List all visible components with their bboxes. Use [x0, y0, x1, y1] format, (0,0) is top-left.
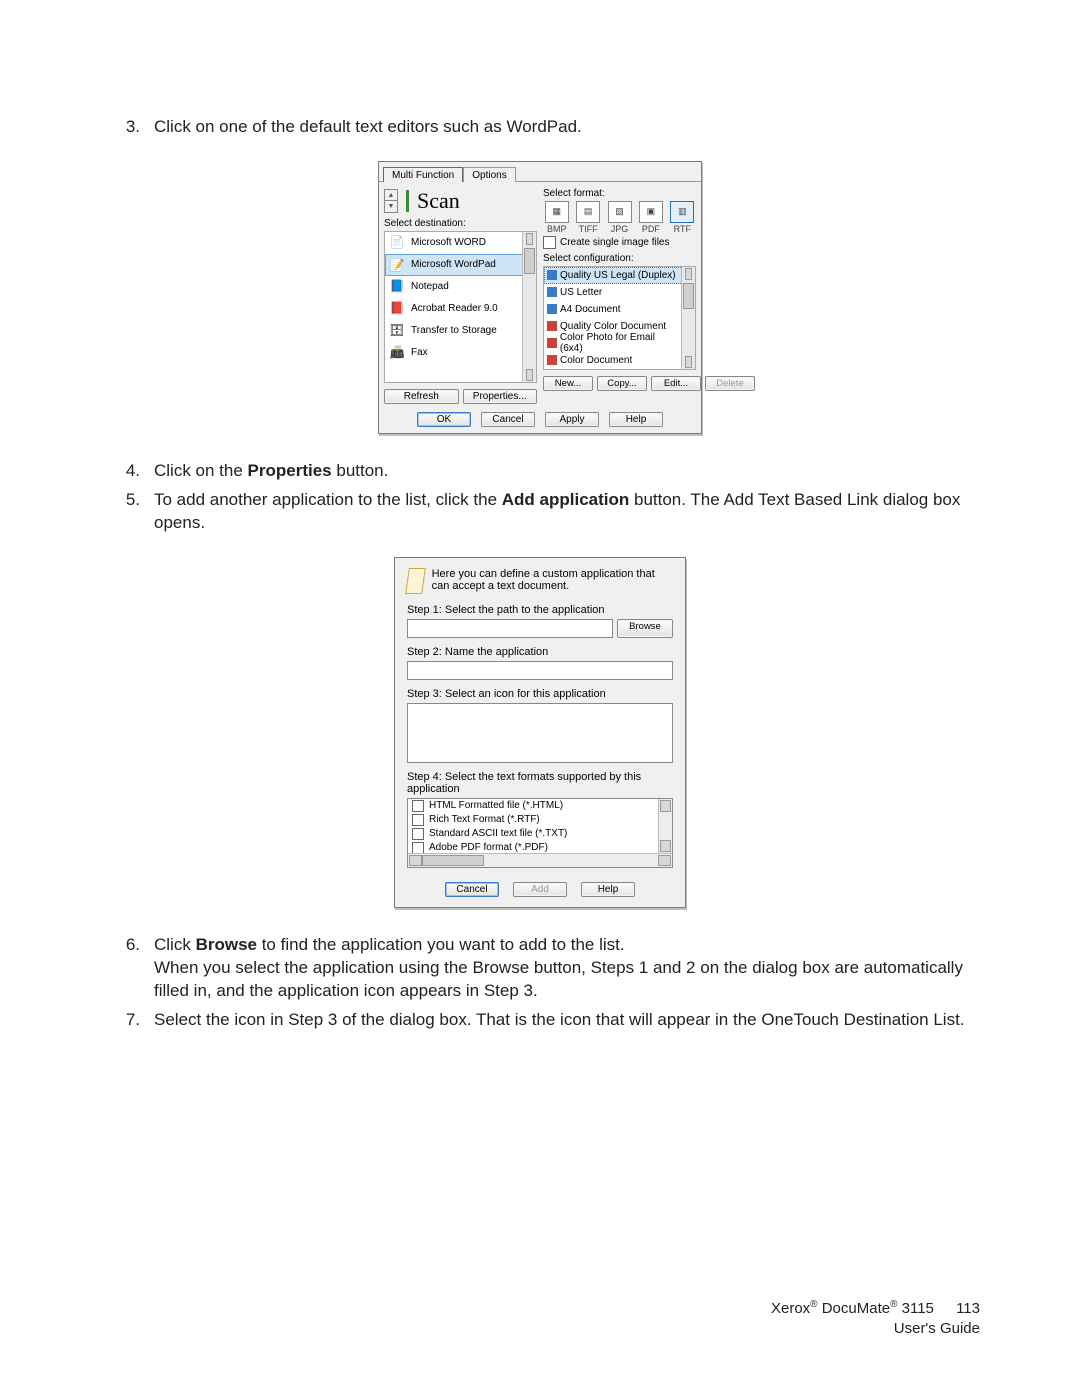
- step-text: Select the icon in Step 3 of the dialog …: [154, 1009, 980, 1032]
- apply-button[interactable]: Apply: [545, 412, 599, 427]
- copy-button[interactable]: Copy...: [597, 376, 647, 391]
- format-option[interactable]: Standard ASCII text file (*.TXT): [408, 827, 672, 841]
- help-button[interactable]: Help: [609, 412, 663, 427]
- app-path-field[interactable]: [407, 619, 613, 638]
- scrollbar-vertical[interactable]: [658, 799, 672, 853]
- step-number: 5.: [100, 489, 154, 535]
- cancel-button[interactable]: Cancel: [445, 882, 499, 897]
- step2-label: Step 2: Name the application: [407, 646, 673, 658]
- step-number: 6.: [100, 934, 154, 1003]
- step4-label: Step 4: Select the text formats supporte…: [407, 771, 673, 795]
- storage-icon: 🗄: [389, 322, 405, 338]
- single-image-checkbox[interactable]: Create single image files: [543, 236, 696, 249]
- format-tiff[interactable]: ▤TIFF: [574, 201, 601, 234]
- destination-item[interactable]: 📠Fax: [385, 342, 536, 364]
- destination-item[interactable]: 📕Acrobat Reader 9.0: [385, 298, 536, 320]
- config-item[interactable]: Color Photo for Email (6x4)✿: [544, 335, 695, 352]
- step3-label: Step 3: Select an icon for this applicat…: [407, 688, 673, 700]
- new-button[interactable]: New...: [543, 376, 593, 391]
- select-config-label: Select configuration:: [543, 253, 696, 264]
- document-icon: [405, 568, 425, 594]
- config-item[interactable]: A4 Document✿: [544, 301, 695, 318]
- edit-button[interactable]: Edit...: [651, 376, 701, 391]
- acrobat-icon: 📕: [389, 300, 405, 316]
- scan-title: ▲▼ Scan: [384, 188, 537, 214]
- scrollbar-horizontal[interactable]: [408, 853, 672, 867]
- format-rtf[interactable]: ▥RTF: [669, 201, 696, 234]
- step-text: Click on one of the default text editors…: [154, 116, 980, 139]
- app-icon-picker[interactable]: [407, 703, 673, 763]
- format-option[interactable]: Adobe PDF format (*.PDF): [408, 841, 672, 853]
- help-button[interactable]: Help: [581, 882, 635, 897]
- destination-item[interactable]: 🗄Transfer to Storage: [385, 320, 536, 342]
- destination-item[interactable]: 📝Microsoft WordPad: [385, 254, 536, 276]
- select-format-label: Select format:: [543, 188, 696, 199]
- format-pdf[interactable]: ▣PDF: [637, 201, 664, 234]
- config-list[interactable]: Quality US Legal (Duplex)✿ US Letter✿ A4…: [543, 266, 696, 370]
- step1-label: Step 1: Select the path to the applicati…: [407, 604, 673, 616]
- tab-multifunction[interactable]: Multi Function: [383, 167, 463, 182]
- word-icon: 📄: [389, 234, 405, 250]
- scan-accent-icon: [406, 190, 409, 212]
- step-number: 7.: [100, 1009, 154, 1032]
- delete-button[interactable]: Delete: [705, 376, 755, 391]
- fax-icon: 📠: [389, 344, 405, 360]
- add-application-dialog: Here you can define a custom application…: [394, 557, 686, 908]
- config-item[interactable]: US Letter✿: [544, 284, 695, 301]
- app-name-field[interactable]: [407, 661, 673, 680]
- destination-item[interactable]: 📄Microsoft WORD: [385, 232, 536, 254]
- properties-button[interactable]: Properties...: [463, 389, 538, 404]
- wordpad-icon: 📝: [389, 257, 405, 273]
- format-option[interactable]: HTML Formatted file (*.HTML): [408, 799, 672, 813]
- scan-number-spinner[interactable]: ▲▼: [384, 189, 398, 213]
- config-item[interactable]: Quality US Legal (Duplex)✿: [544, 267, 695, 284]
- config-item[interactable]: Quality US Letter✿: [544, 369, 695, 370]
- step-number: 4.: [100, 460, 154, 483]
- select-destination-label: Select destination:: [384, 218, 537, 229]
- step-text: To add another application to the list, …: [154, 489, 980, 535]
- dialog-intro: Here you can define a custom application…: [407, 568, 673, 594]
- scan-dialog: Multi Function Options ▲▼ Scan Select de…: [378, 161, 702, 434]
- ok-button[interactable]: OK: [417, 412, 471, 427]
- add-button[interactable]: Add: [513, 882, 567, 897]
- page-number: 113: [956, 1299, 980, 1319]
- format-bmp[interactable]: ▦BMP: [543, 201, 570, 234]
- step-text: Click on the Properties button.: [154, 460, 980, 483]
- destination-item[interactable]: 📘Notepad: [385, 276, 536, 298]
- config-item[interactable]: Color Document✿: [544, 352, 695, 369]
- step-text: Click Browse to find the application you…: [154, 934, 980, 1003]
- browse-button[interactable]: Browse: [617, 619, 673, 638]
- scrollbar-vertical[interactable]: [522, 232, 536, 382]
- page-footer: Xerox® DocuMate® 3115 113 User's Guide: [771, 1298, 980, 1340]
- format-option[interactable]: Rich Text Format (*.RTF): [408, 813, 672, 827]
- cancel-button[interactable]: Cancel: [481, 412, 535, 427]
- format-selector: ▦BMP ▤TIFF ▧JPG ▣PDF ▥RTF: [543, 201, 696, 234]
- destination-list[interactable]: 📄Microsoft WORD 📝Microsoft WordPad 📘Note…: [384, 231, 537, 383]
- format-jpg[interactable]: ▧JPG: [606, 201, 633, 234]
- notepad-icon: 📘: [389, 278, 405, 294]
- scrollbar-vertical[interactable]: [681, 267, 695, 369]
- step-number: 3.: [100, 116, 154, 139]
- refresh-button[interactable]: Refresh: [384, 389, 459, 404]
- text-formats-list[interactable]: HTML Formatted file (*.HTML) Rich Text F…: [407, 798, 673, 868]
- tab-options[interactable]: Options: [463, 167, 515, 182]
